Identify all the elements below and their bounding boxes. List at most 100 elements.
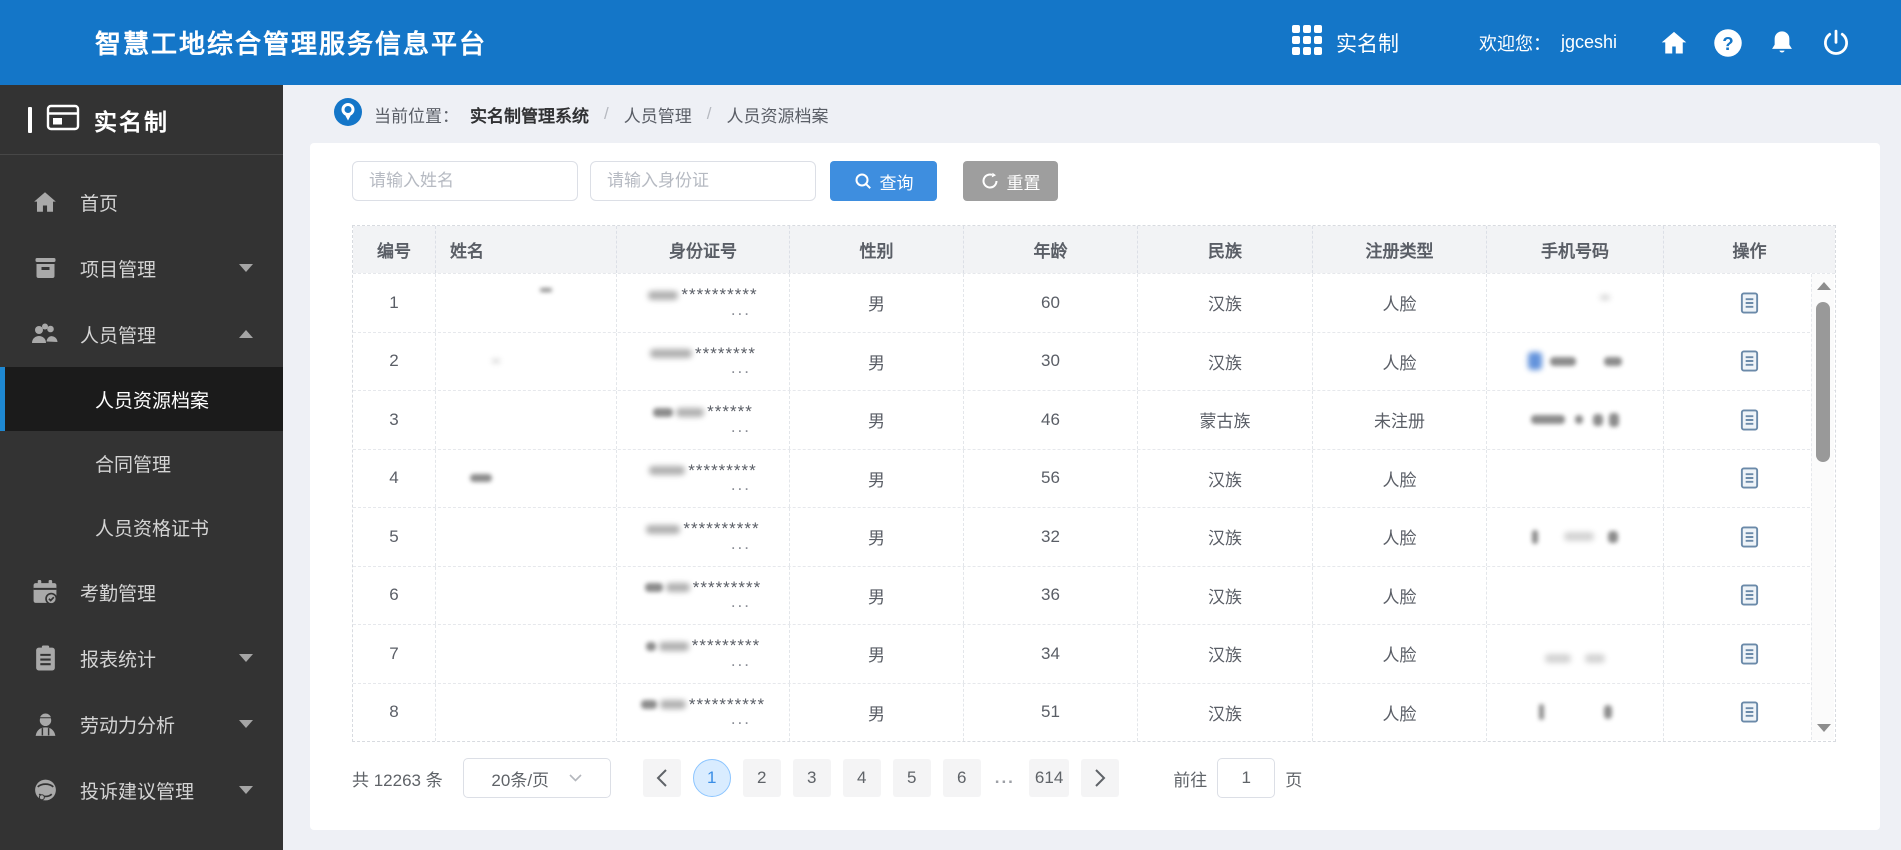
chevron-down-icon	[239, 786, 253, 794]
breadcrumb-prefix: 当前位置：	[374, 106, 459, 126]
table-row: 2 ******** ... 男 30 汉族 人脸	[353, 331, 1835, 390]
sidebar-item-attendance[interactable]: 考勤管理	[0, 559, 283, 625]
calendar-check-icon	[30, 579, 60, 606]
cell-age: 34	[964, 625, 1138, 683]
pagination-bar: 共 12263 条 20条/页 1 2 3 4 5 6 ... 614 前往 页	[352, 758, 1880, 798]
cell-phone-redacted	[1487, 449, 1664, 507]
name-search-input[interactable]	[352, 161, 578, 201]
cell-no: 3	[353, 391, 436, 449]
page-size-select[interactable]: 20条/页	[462, 758, 611, 798]
view-detail-button[interactable]	[1735, 696, 1765, 728]
next-page-button[interactable]	[1081, 759, 1120, 797]
table-row: 7 ********* ... 男 34 汉族 人脸	[353, 624, 1835, 683]
table-scrollbar[interactable]	[1811, 274, 1834, 740]
cell-name-redacted	[436, 508, 617, 566]
home-button[interactable]	[1647, 23, 1701, 63]
cell-phone-redacted	[1487, 508, 1664, 566]
detail-doc-icon	[1740, 643, 1759, 665]
col-header-actions: 操作	[1732, 242, 1767, 261]
col-header-name: 姓名	[436, 226, 617, 273]
page-button-1[interactable]: 1	[692, 759, 731, 797]
col-header-phone: 手机号码	[1487, 226, 1664, 273]
worker-icon	[30, 711, 60, 738]
view-detail-button[interactable]	[1735, 404, 1765, 436]
sidebar-item-project[interactable]: 项目管理	[0, 235, 283, 301]
cell-name-redacted	[436, 566, 617, 624]
breadcrumb: 当前位置： 实名制管理系统 / 人员管理 / 人员资源档案	[283, 85, 1901, 143]
chevron-up-icon	[239, 330, 253, 338]
cell-idcard-redacted: ********** ...	[617, 508, 790, 566]
idcard-search-input[interactable]	[590, 161, 816, 201]
view-detail-button[interactable]	[1735, 462, 1765, 494]
sidebar-subitem-contract[interactable]: 合同管理	[0, 431, 283, 495]
main-content: 当前位置： 实名制管理系统 / 人员管理 / 人员资源档案 查询 重置 编号 姓…	[283, 85, 1901, 850]
breadcrumb-level3[interactable]: 人员资源档案	[726, 102, 828, 127]
cell-regtype: 未注册	[1313, 391, 1487, 449]
view-detail-button[interactable]	[1735, 345, 1765, 377]
scrollbar-thumb[interactable]	[1816, 302, 1830, 462]
goto-page-input[interactable]	[1217, 758, 1276, 798]
scroll-down-arrow-icon[interactable]	[1817, 724, 1831, 732]
sidebar-item-labor[interactable]: 劳动力分析	[0, 691, 283, 757]
sidebar-item-home[interactable]: 首页	[0, 169, 283, 235]
cell-name-redacted	[436, 391, 617, 449]
reset-button[interactable]: 重置	[963, 161, 1058, 201]
chevron-down-icon	[239, 654, 253, 662]
detail-doc-icon	[1740, 584, 1759, 606]
table-row: 4 ********* ... 男 56 汉族 人脸	[353, 448, 1835, 508]
table-header-row: 编号 姓名 身份证号 性别 年龄 民族 注册类型 手机号码 操作	[353, 226, 1835, 273]
sidebar-item-label: 首页	[80, 193, 119, 215]
sidebar-item-report[interactable]: 报表统计	[0, 625, 283, 691]
cell-actions	[1664, 508, 1835, 566]
cell-age: 60	[964, 274, 1138, 332]
cell-no: 2	[353, 332, 436, 390]
detail-doc-icon	[1740, 350, 1759, 372]
sidebar-item-complaint[interactable]: 投诉建议管理	[0, 757, 283, 823]
cell-age: 46	[964, 391, 1138, 449]
cell-gender: 男	[790, 625, 964, 683]
cell-gender: 男	[790, 449, 964, 507]
breadcrumb-root[interactable]: 实名制管理系统	[470, 102, 589, 127]
search-button[interactable]: 查询	[830, 161, 937, 201]
view-detail-button[interactable]	[1735, 638, 1765, 670]
app-switcher[interactable]: 实名制	[1291, 24, 1399, 61]
view-detail-button[interactable]	[1735, 521, 1765, 553]
app-switch-label: 实名制	[1335, 32, 1399, 56]
notification-button[interactable]	[1755, 23, 1809, 63]
pagination-ellipsis[interactable]: ...	[995, 768, 1015, 788]
power-icon	[1824, 29, 1848, 55]
table-row: 8 ********** ... 男 51 汉族 人脸	[353, 682, 1835, 741]
page-button-5[interactable]: 5	[892, 759, 931, 797]
sidebar-subitem-personnel-archive[interactable]: 人员资源档案	[0, 367, 283, 431]
breadcrumb-level2[interactable]: 人员管理	[624, 102, 692, 127]
sidebar-item-label: 劳动力分析	[80, 715, 176, 737]
view-detail-button[interactable]	[1735, 287, 1765, 319]
location-pin-icon	[333, 97, 363, 132]
cell-actions	[1664, 450, 1835, 508]
prev-page-button[interactable]	[642, 759, 681, 797]
view-detail-button[interactable]	[1735, 579, 1765, 611]
topbar-right-group: 实名制 欢迎您： jgceshi ?	[1291, 23, 1863, 63]
page-button-4[interactable]: 4	[842, 759, 881, 797]
scroll-up-arrow-icon[interactable]	[1817, 282, 1831, 290]
page-button-2[interactable]: 2	[742, 759, 781, 797]
cell-actions	[1664, 391, 1835, 449]
logout-button[interactable]	[1809, 23, 1863, 63]
page-button-6[interactable]: 6	[942, 759, 981, 797]
cell-nation: 蒙古族	[1138, 391, 1313, 449]
breadcrumb-separator: /	[706, 104, 712, 123]
cell-no: 5	[353, 508, 436, 566]
help-button[interactable]: ?	[1701, 23, 1755, 63]
detail-doc-icon	[1740, 526, 1759, 548]
sidebar-subitem-certificate[interactable]: 人员资格证书	[0, 495, 283, 559]
sidebar-header: 实名制	[0, 85, 283, 155]
chevron-left-icon	[656, 769, 667, 787]
chevron-down-icon	[239, 720, 253, 728]
search-icon	[855, 173, 871, 189]
sidebar-item-personnel[interactable]: 人员管理	[0, 301, 283, 367]
cell-phone-redacted	[1487, 566, 1664, 624]
page-button-3[interactable]: 3	[792, 759, 831, 797]
chevron-down-icon	[569, 774, 582, 782]
users-icon	[30, 321, 60, 347]
page-button-last[interactable]: 614	[1028, 759, 1070, 797]
